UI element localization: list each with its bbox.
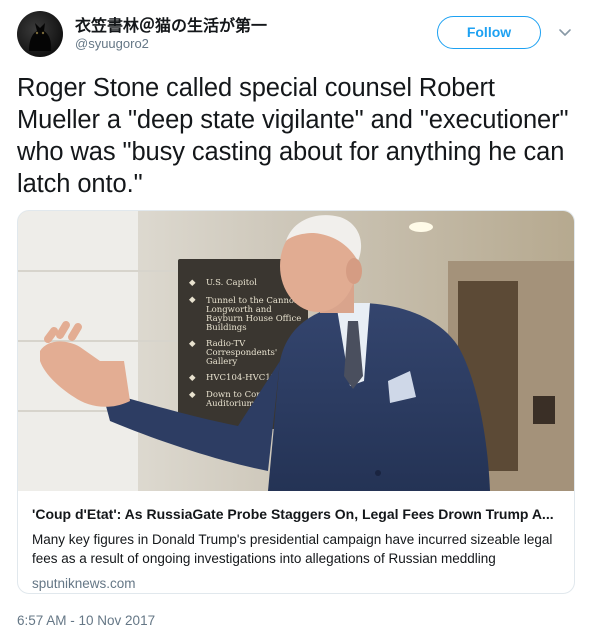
svg-text:U.S. Capitol: U.S. Capitol <box>206 278 257 288</box>
user-handle[interactable]: @syuugoro2 <box>75 36 149 51</box>
svg-text:HVC104-HVC1?: HVC104-HVC1? <box>206 373 276 383</box>
card-image[interactable]: ◆ U.S. Capitol ◆ Tunnel to the Cannon Long… <box>18 211 574 491</box>
link-card[interactable]: ◆ U.S. Capitol ◆ Tunnel to the Cannon Long… <box>17 210 575 594</box>
svg-text:Auditorium: Auditorium <box>205 399 255 409</box>
svg-text:◆: ◆ <box>189 373 196 383</box>
svg-text:Gallery: Gallery <box>206 357 237 367</box>
svg-text:◆: ◆ <box>189 278 196 288</box>
svg-text:Buildings: Buildings <box>206 323 247 333</box>
news-photo: ◆ U.S. Capitol ◆ Tunnel to the Cannon Long… <box>18 211 574 491</box>
chevron-down-icon[interactable] <box>558 28 572 38</box>
card-domain[interactable]: sputniknews.com <box>32 576 136 591</box>
cat-silhouette-icon <box>29 23 52 51</box>
svg-text:◆: ◆ <box>189 295 196 305</box>
card-title[interactable]: 'Coup d'Etat': As RussiaGate Probe Stagg… <box>32 506 562 522</box>
display-name[interactable]: 衣笠書林＠猫の生活が第一 <box>75 12 267 36</box>
avatar[interactable] <box>17 11 63 57</box>
card-description: Many key figures in Donald Trump's presi… <box>32 532 553 566</box>
svg-text:◆: ◆ <box>189 390 196 400</box>
follow-button[interactable]: Follow <box>437 16 541 49</box>
svg-text:◆: ◆ <box>189 339 196 349</box>
tweet-timestamp[interactable]: 6:57 AM - 10 Nov 2017 <box>17 613 155 628</box>
tweet-text: Roger Stone called special counsel Rober… <box>17 74 569 198</box>
